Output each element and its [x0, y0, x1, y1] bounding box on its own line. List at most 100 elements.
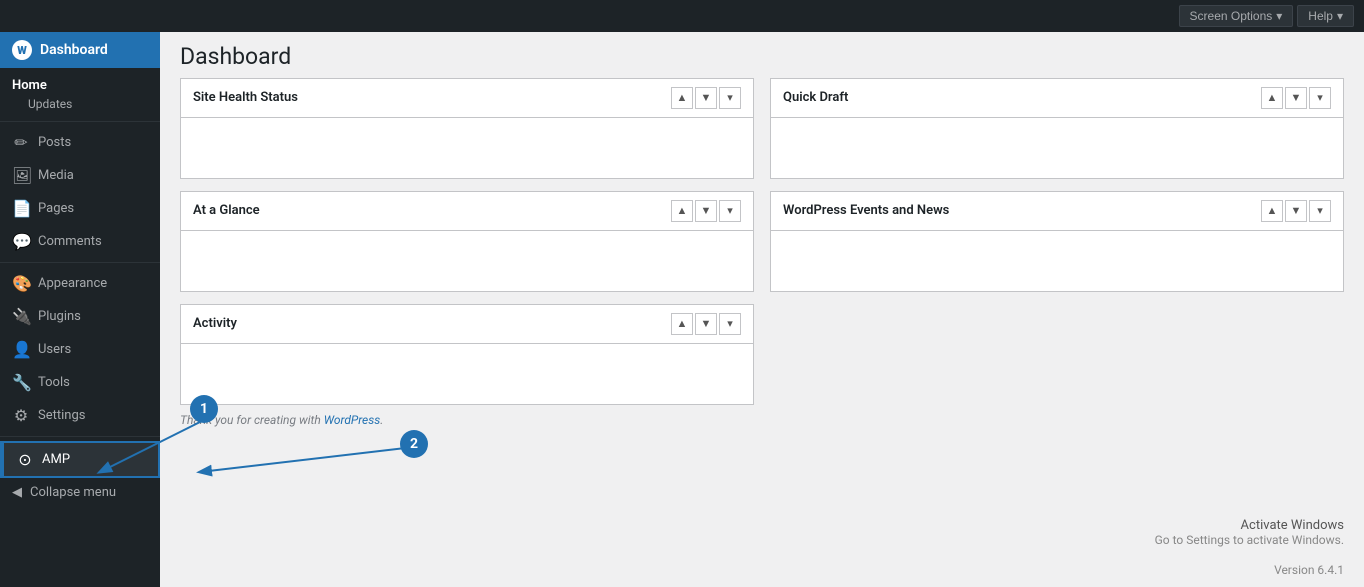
- settings-icon: ⚙: [12, 406, 30, 425]
- posts-label: Posts: [38, 135, 71, 150]
- sidebar-item-updates[interactable]: Updates: [0, 95, 160, 117]
- users-icon: 👤: [12, 340, 30, 359]
- help-button[interactable]: Help ▾: [1297, 5, 1354, 27]
- amp-icon: ⊙: [16, 450, 34, 469]
- widget-activity-down-btn[interactable]: ▼: [695, 313, 717, 335]
- annotation-circle-2: 2: [400, 430, 428, 458]
- widget-activity-up-btn[interactable]: ▲: [671, 313, 693, 335]
- widget-quick-draft-up-btn[interactable]: ▲: [1261, 87, 1283, 109]
- widget-activity: Activity ▲ ▼ ▾: [180, 304, 754, 405]
- updates-label: Updates: [28, 97, 72, 111]
- main-content: Dashboard Site Health Status ▲ ▼ ▾: [160, 32, 1364, 587]
- pages-label: Pages: [38, 201, 74, 216]
- widget-site-health-title: Site Health Status: [193, 90, 298, 105]
- widget-at-a-glance-header: At a Glance ▲ ▼ ▾: [181, 192, 753, 231]
- widget-wp-events-header: WordPress Events and News ▲ ▼ ▾: [771, 192, 1343, 231]
- page-title: Dashboard: [180, 42, 1344, 72]
- widget-activity-controls: ▲ ▼ ▾: [671, 313, 741, 335]
- widget-quick-draft-body: [771, 118, 1343, 178]
- widget-site-health-status: Site Health Status ▲ ▼ ▾: [180, 78, 754, 179]
- widget-at-a-glance-body: [181, 231, 753, 291]
- sidebar-item-amp[interactable]: ⊙ AMP: [0, 441, 160, 478]
- sidebar-divider-3: [0, 436, 160, 437]
- widget-quick-draft-down-btn[interactable]: ▼: [1285, 87, 1307, 109]
- widget-site-health-header: Site Health Status ▲ ▼ ▾: [181, 79, 753, 118]
- widget-quick-draft: Quick Draft ▲ ▼ ▾: [770, 78, 1344, 179]
- collapse-icon: ◀: [12, 485, 22, 500]
- home-section: Home Updates: [0, 68, 160, 117]
- widget-activity-body: [181, 344, 753, 404]
- sidebar-item-settings[interactable]: ⚙ Settings: [0, 399, 160, 432]
- tools-icon: 🔧: [12, 373, 30, 392]
- media-label: Media: [38, 168, 74, 183]
- widget-wp-events-title: WordPress Events and News: [783, 203, 949, 218]
- sidebar-item-appearance[interactable]: 🎨 Appearance: [0, 267, 160, 300]
- admin-bar: Screen Options ▾ Help ▾: [0, 0, 1364, 32]
- widget-at-a-glance: At a Glance ▲ ▼ ▾: [180, 191, 754, 292]
- posts-icon: ✏: [12, 133, 30, 152]
- sidebar-item-plugins[interactable]: 🔌 Plugins: [0, 300, 160, 333]
- widget-quick-draft-toggle-btn[interactable]: ▾: [1309, 87, 1331, 109]
- footer-wp-link[interactable]: WordPress: [324, 413, 381, 427]
- screen-options-button[interactable]: Screen Options ▾: [1179, 5, 1294, 27]
- widget-site-health-up-btn[interactable]: ▲: [671, 87, 693, 109]
- footer-period: .: [380, 413, 383, 427]
- widget-wp-events-up-btn[interactable]: ▲: [1261, 200, 1283, 222]
- settings-label: Settings: [38, 408, 85, 423]
- right-column: Quick Draft ▲ ▼ ▾ WordPress Events and N…: [770, 78, 1344, 405]
- plugins-label: Plugins: [38, 309, 81, 324]
- plugins-icon: 🔌: [12, 307, 30, 326]
- widget-quick-draft-controls: ▲ ▼ ▾: [1261, 87, 1331, 109]
- help-label: Help: [1308, 9, 1333, 23]
- widget-wp-events-toggle-btn[interactable]: ▾: [1309, 200, 1331, 222]
- widget-quick-draft-title: Quick Draft: [783, 90, 848, 105]
- widget-site-health-toggle-btn[interactable]: ▾: [719, 87, 741, 109]
- amp-label: AMP: [42, 452, 70, 467]
- sidebar-logo-label: Dashboard: [40, 42, 108, 58]
- widget-wp-events: WordPress Events and News ▲ ▼ ▾: [770, 191, 1344, 292]
- sidebar-item-posts[interactable]: ✏ Posts: [0, 126, 160, 159]
- widget-at-a-glance-down-btn[interactable]: ▼: [695, 200, 717, 222]
- widget-at-a-glance-title: At a Glance: [193, 203, 260, 218]
- widget-at-a-glance-up-btn[interactable]: ▲: [671, 200, 693, 222]
- widget-site-health-body: [181, 118, 753, 178]
- footer-bar: Thank you for creating with WordPress.: [160, 405, 1364, 435]
- screen-options-chevron-icon: ▾: [1276, 9, 1282, 23]
- sidebar-item-comments[interactable]: 💬 Comments: [0, 225, 160, 258]
- widget-site-health-controls: ▲ ▼ ▾: [671, 87, 741, 109]
- widget-quick-draft-header: Quick Draft ▲ ▼ ▾: [771, 79, 1343, 118]
- widget-activity-toggle-btn[interactable]: ▾: [719, 313, 741, 335]
- users-label: Users: [38, 342, 71, 357]
- appearance-label: Appearance: [38, 276, 107, 291]
- comments-icon: 💬: [12, 232, 30, 251]
- sidebar-item-home[interactable]: Home: [0, 72, 160, 95]
- sidebar-item-media[interactable]: 🖼 Media: [0, 159, 160, 192]
- media-icon: 🖼: [12, 166, 30, 185]
- sidebar-item-users[interactable]: 👤 Users: [0, 333, 160, 366]
- widget-wp-events-body: [771, 231, 1343, 291]
- left-column: Site Health Status ▲ ▼ ▾ At a Glance: [180, 78, 754, 405]
- sidebar: W Dashboard Home Updates ✏ Posts 🖼 Media…: [0, 32, 160, 587]
- sidebar-logo[interactable]: W Dashboard: [0, 32, 160, 68]
- collapse-label: Collapse menu: [30, 485, 116, 500]
- page-header: Dashboard: [160, 32, 1364, 78]
- widget-wp-events-controls: ▲ ▼ ▾: [1261, 200, 1331, 222]
- appearance-icon: 🎨: [12, 274, 30, 293]
- widget-activity-header: Activity ▲ ▼ ▾: [181, 305, 753, 344]
- widget-activity-title: Activity: [193, 316, 237, 331]
- amp-section: ⊙ AMP Settings Analytics Support: [0, 441, 160, 478]
- sidebar-item-pages[interactable]: 📄 Pages: [0, 192, 160, 225]
- widget-wp-events-down-btn[interactable]: ▼: [1285, 200, 1307, 222]
- annotation-circle-1: 1: [190, 395, 218, 423]
- pages-icon: 📄: [12, 199, 30, 218]
- help-chevron-icon: ▾: [1337, 9, 1343, 23]
- home-label: Home: [12, 78, 47, 93]
- collapse-menu-button[interactable]: ◀ Collapse menu: [0, 478, 160, 507]
- sidebar-divider: [0, 121, 160, 122]
- sidebar-item-tools[interactable]: 🔧 Tools: [0, 366, 160, 399]
- tools-label: Tools: [38, 375, 70, 390]
- comments-label: Comments: [38, 234, 102, 249]
- widget-at-a-glance-toggle-btn[interactable]: ▾: [719, 200, 741, 222]
- widget-site-health-down-btn[interactable]: ▼: [695, 87, 717, 109]
- screen-options-label: Screen Options: [1190, 9, 1273, 23]
